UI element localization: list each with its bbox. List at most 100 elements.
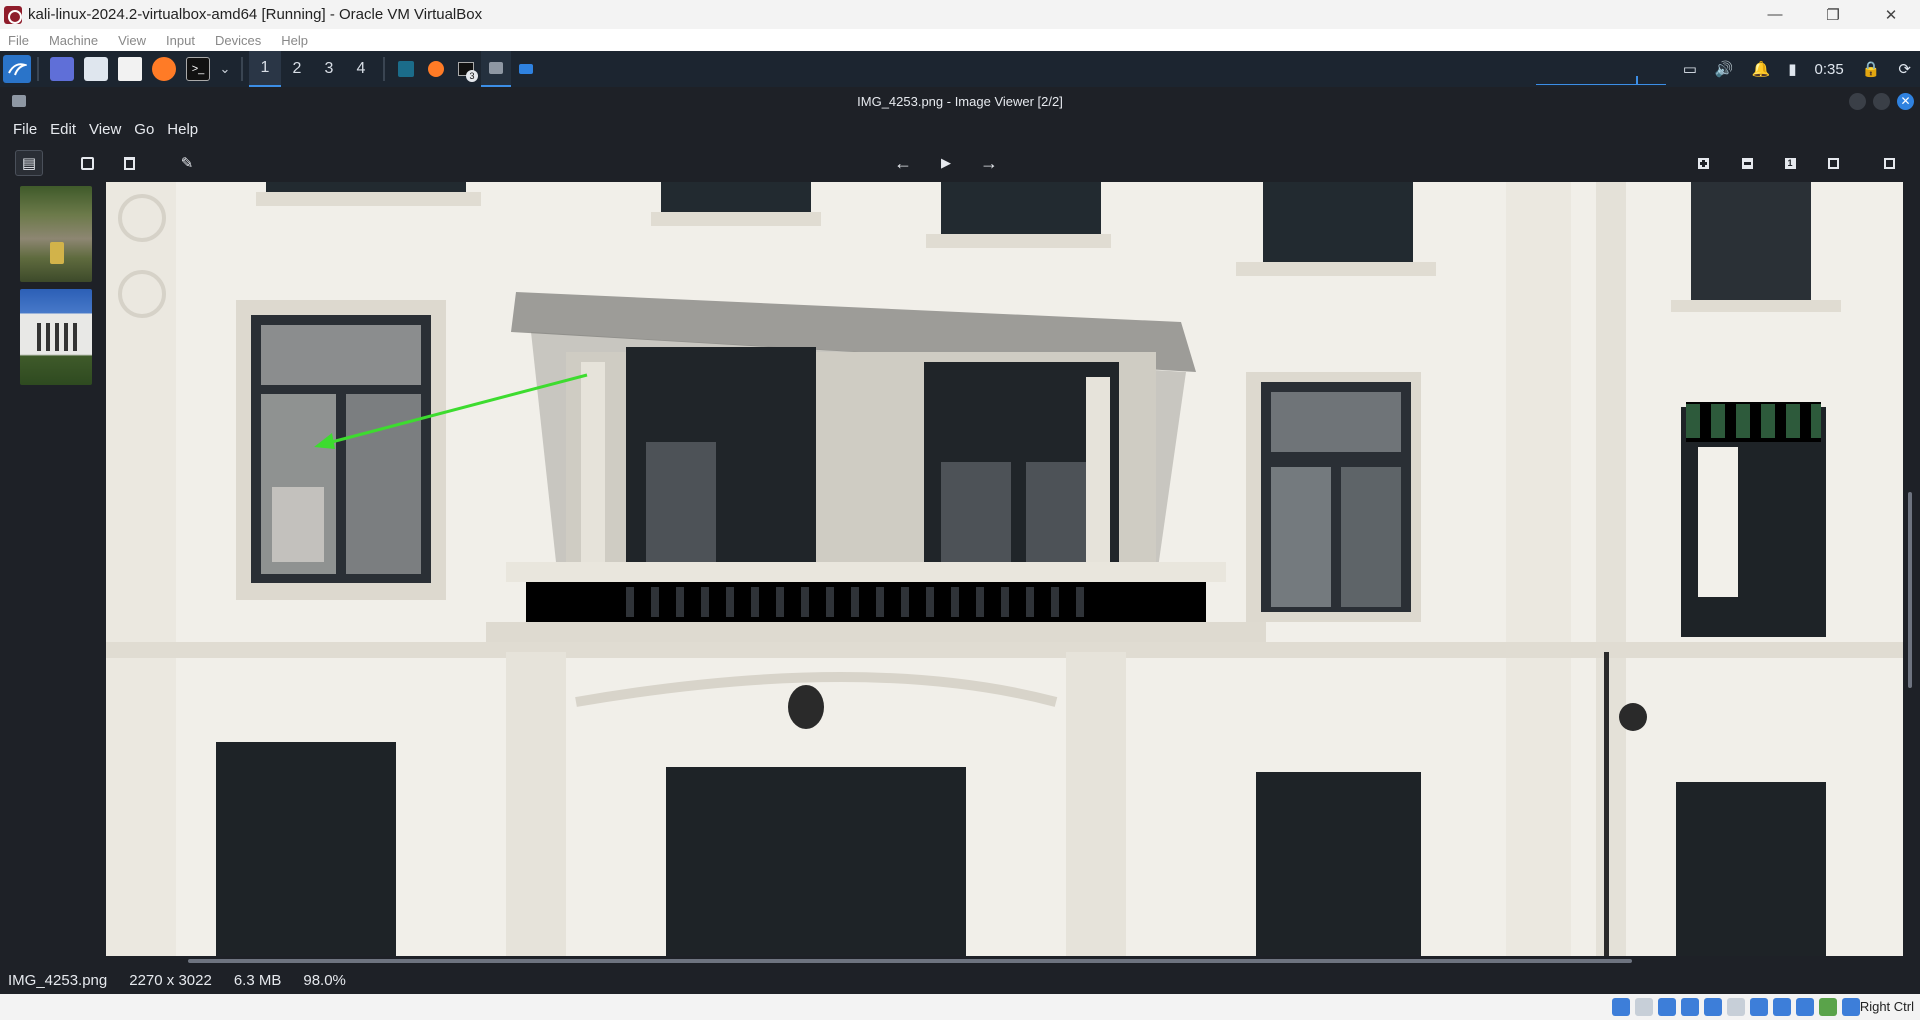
next-image-button[interactable]: → <box>975 150 1003 176</box>
host-menu-help[interactable]: Help <box>281 33 308 48</box>
delete-button[interactable] <box>115 150 143 176</box>
thumbnail-image-2[interactable] <box>20 289 92 385</box>
host-menu-input[interactable]: Input <box>166 33 195 48</box>
display-settings-icon[interactable] <box>1750 998 1768 1016</box>
host-window-title: kali-linux-2024.2-virtualbox-amd64 [Runn… <box>28 6 483 23</box>
viewer-window-controls: ✕ <box>1842 93 1914 110</box>
viewer-minimize-button[interactable] <box>1849 93 1866 110</box>
battery-icon[interactable]: ▮ <box>1788 60 1796 78</box>
vertical-scrollbar[interactable] <box>1903 182 1920 956</box>
zoom-out-icon <box>1741 157 1753 169</box>
thumbnail-strip <box>0 182 106 956</box>
viewer-menu-bar: File Edit View Go Help <box>0 115 1920 144</box>
clock[interactable]: 0:35 <box>1815 61 1844 78</box>
workspace-4[interactable]: 4 <box>345 51 377 87</box>
edit-button[interactable]: ✎ <box>173 150 201 176</box>
host-key-label: Right Ctrl <box>1859 999 1914 1014</box>
kali-menu-button[interactable] <box>3 55 31 83</box>
host-menu-machine[interactable]: Machine <box>49 33 98 48</box>
optical-drive-icon[interactable] <box>1635 998 1653 1016</box>
mouse-integration-icon[interactable] <box>1842 998 1860 1016</box>
show-desktop-icon[interactable] <box>50 57 74 81</box>
video-capture-icon[interactable] <box>1773 998 1791 1016</box>
host-title-bar: kali-linux-2024.2-virtualbox-amd64 [Runn… <box>0 0 1920 29</box>
menu-view[interactable]: View <box>89 121 121 138</box>
fit-window-icon <box>1827 157 1839 169</box>
thumbnail-drink <box>50 242 64 264</box>
pencil-icon: ✎ <box>180 155 194 172</box>
volume-icon[interactable]: 🔊 <box>1715 60 1734 78</box>
minimize-button[interactable]: — <box>1746 0 1804 29</box>
task-terminal-icon[interactable]: 3 <box>451 51 481 87</box>
menu-file[interactable]: File <box>13 121 37 138</box>
usb-icon[interactable] <box>1704 998 1722 1016</box>
image-canvas[interactable] <box>106 182 1903 956</box>
panel-separator <box>37 57 39 81</box>
kali-top-panel: >_ ⌄ 1 2 3 4 3 ▭ 🔊 🔔 ▮ 0:35 🔒 ⟳ <box>0 51 1920 87</box>
close-button[interactable]: ✕ <box>1862 0 1920 29</box>
status-zoom: 98.0% <box>303 971 346 989</box>
status-filename: IMG_4253.png <box>8 971 108 989</box>
actual-size-button[interactable]: 1 <box>1776 150 1804 176</box>
restore-button[interactable]: ❐ <box>1804 0 1862 29</box>
host-menu-file[interactable]: File <box>8 33 29 48</box>
slideshow-button[interactable]: ▶ <box>932 150 960 176</box>
notification-bell-icon[interactable]: 🔔 <box>1752 60 1771 78</box>
arrow-left-icon: ← <box>894 152 912 173</box>
thumbnail-building-windows <box>32 323 80 351</box>
lock-icon[interactable]: 🔒 <box>1862 60 1881 78</box>
task-firefox-icon[interactable] <box>421 51 451 87</box>
host-menu-devices[interactable]: Devices <box>215 33 261 48</box>
fullscreen-button[interactable] <box>1875 150 1903 176</box>
menu-help[interactable]: Help <box>167 121 198 138</box>
recording-icon[interactable] <box>1796 998 1814 1016</box>
viewer-title-bar: IMG_4253.png - Image Viewer [2/2] ✕ <box>0 87 1920 115</box>
previous-image-button[interactable]: ← <box>889 150 917 176</box>
task-virtualbox-icon[interactable] <box>511 51 541 87</box>
displayed-image <box>106 182 1903 956</box>
firefox-icon[interactable] <box>152 57 176 81</box>
menu-edit[interactable]: Edit <box>50 121 76 138</box>
zoom-out-button[interactable] <box>1733 150 1761 176</box>
trash-icon <box>123 156 135 170</box>
horizontal-scroll-thumb[interactable] <box>188 959 1632 963</box>
kali-dragon-icon <box>8 63 27 76</box>
open-file-button[interactable]: ▤ <box>15 150 43 176</box>
menu-go[interactable]: Go <box>134 121 154 138</box>
horizontal-scrollbar[interactable] <box>106 956 1903 966</box>
fit-to-window-button[interactable] <box>1819 150 1847 176</box>
vertical-scroll-thumb[interactable] <box>1908 492 1912 688</box>
terminal-icon[interactable]: >_ <box>186 57 210 81</box>
chevron-down-icon[interactable]: ⌄ <box>220 57 231 81</box>
thumbnail-image-1[interactable] <box>20 186 92 282</box>
cpu-activity-icon[interactable] <box>1819 998 1837 1016</box>
logout-icon[interactable]: ⟳ <box>1898 60 1911 78</box>
viewer-maximize-button[interactable] <box>1873 93 1890 110</box>
task-app-icon[interactable] <box>391 51 421 87</box>
file-manager-icon[interactable] <box>84 57 108 81</box>
workspace-2[interactable]: 2 <box>281 51 313 87</box>
audio-icon[interactable] <box>1658 998 1676 1016</box>
host-window-controls: — ❐ ✕ <box>1746 0 1920 29</box>
panel-separator <box>241 57 243 81</box>
shared-folders-icon[interactable] <box>1727 998 1745 1016</box>
viewer-close-button[interactable]: ✕ <box>1897 93 1914 110</box>
terminal-count-badge: 3 <box>466 70 478 82</box>
text-editor-icon[interactable] <box>118 57 142 81</box>
save-icon <box>80 156 94 170</box>
workspace-3[interactable]: 3 <box>313 51 345 87</box>
task-image-viewer-icon[interactable] <box>481 51 511 87</box>
hard-disk-icon[interactable] <box>1612 998 1630 1016</box>
status-dimensions: 2270 x 3022 <box>129 971 212 989</box>
host-menu-view[interactable]: View <box>118 33 146 48</box>
panel-separator <box>383 57 385 81</box>
virtualbox-logo-icon <box>4 5 22 24</box>
workspace-1[interactable]: 1 <box>249 51 281 87</box>
display-icon[interactable]: ▭ <box>1683 60 1697 78</box>
save-button[interactable] <box>73 150 101 176</box>
network-icon[interactable] <box>1681 998 1699 1016</box>
host-status-bar: Right Ctrl <box>0 994 1920 1020</box>
status-file-size: 6.3 MB <box>233 971 282 989</box>
zoom-in-button[interactable] <box>1689 150 1717 176</box>
image-viewer-app-icon <box>12 95 26 107</box>
